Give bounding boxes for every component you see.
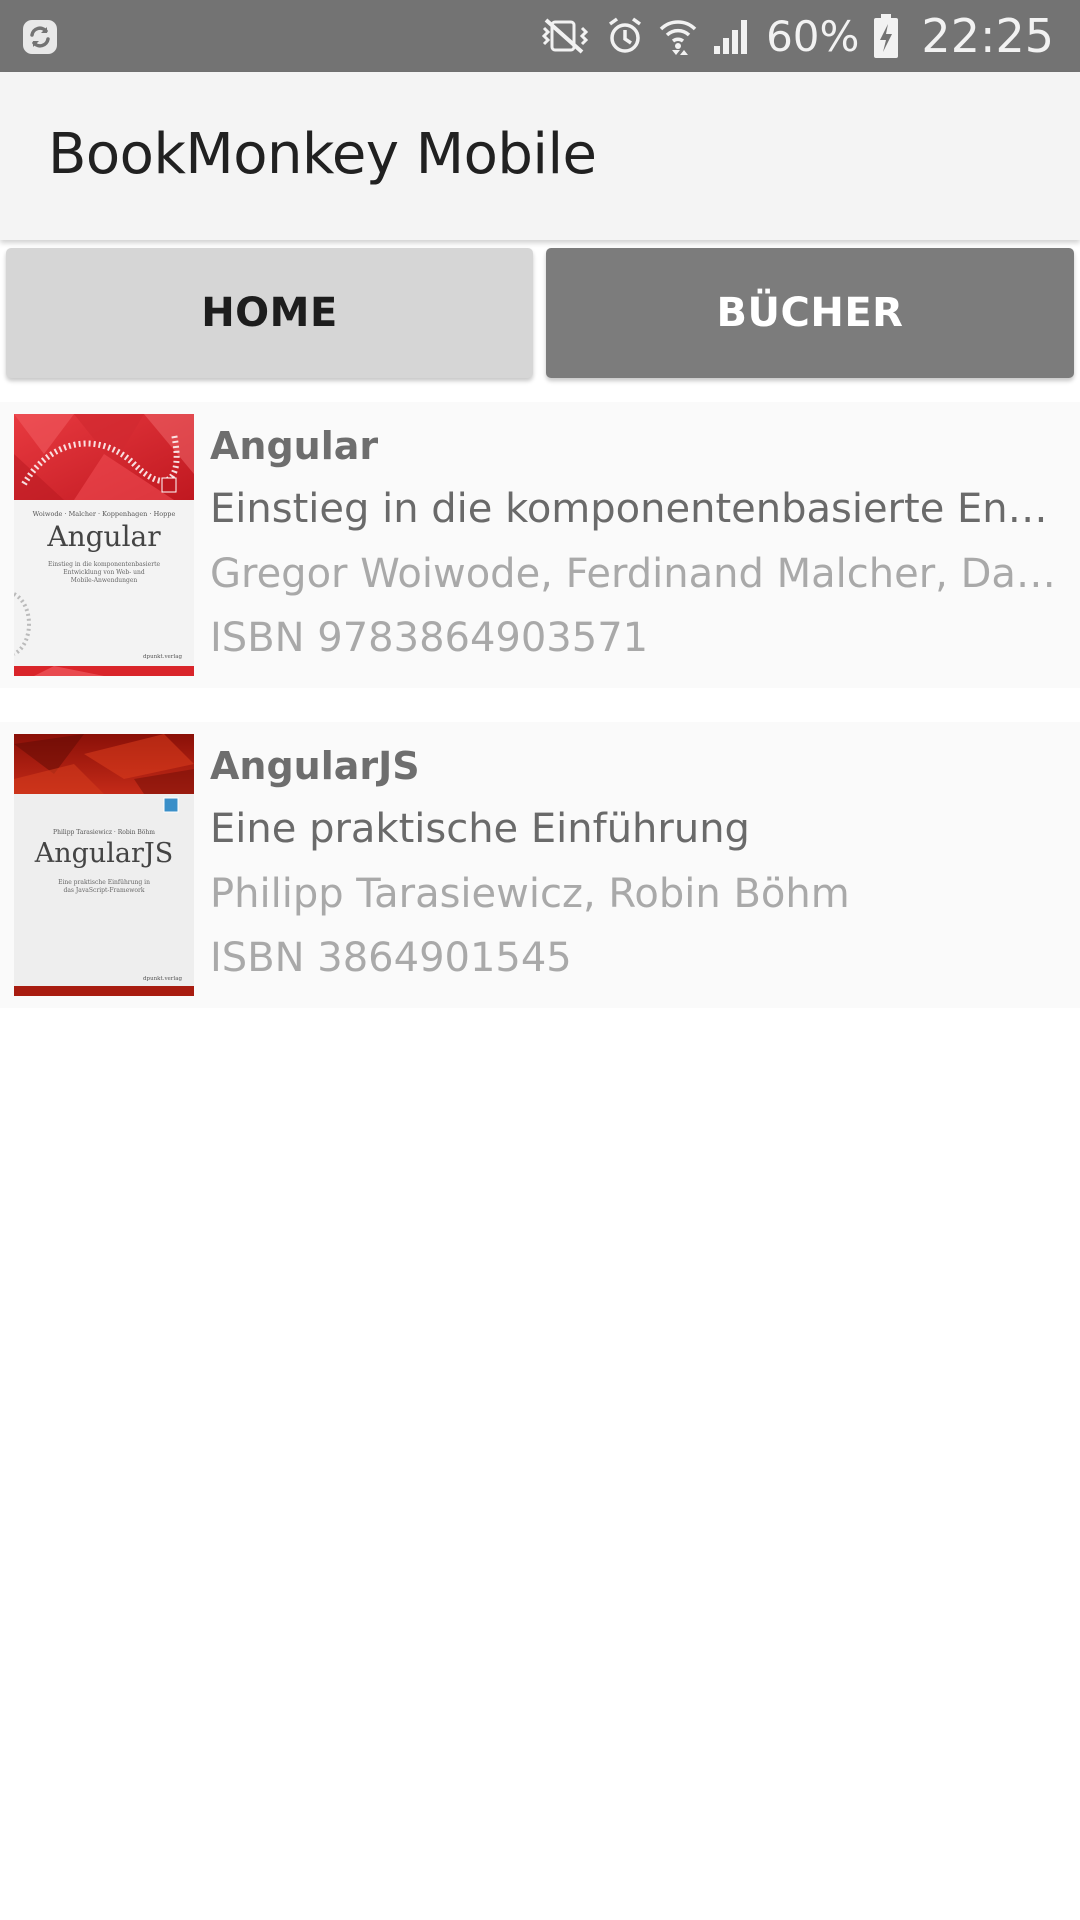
book-list-item[interactable]: Philipp Tarasiewicz · Robin Böhm Angular…: [0, 722, 1080, 1008]
battery-percent: 60%: [766, 11, 860, 61]
cover-title: AngularJS: [34, 838, 174, 869]
book-details: Angular Einstieg in die komponentenbasie…: [210, 416, 1062, 670]
mute-vibrate-icon: [536, 16, 592, 56]
sync-icon: [22, 19, 58, 55]
cover-subtitle-1: Einstieg in die komponentenbasierte: [48, 561, 161, 568]
battery-charging-icon: [873, 14, 899, 58]
cover-subtitle-2: Entwicklung von Web- und: [63, 569, 145, 576]
cover-publisher: dpunkt.verlag: [143, 654, 182, 660]
cover-subtitle-3: Mobile-Anwendungen: [71, 577, 138, 584]
cover-publisher: dpunkt.verlag: [143, 976, 182, 982]
book-cover-image: Philipp Tarasiewicz · Robin Böhm Angular…: [14, 734, 194, 996]
book-authors: Gregor Woiwode, Ferdinand Malcher, Danny…: [210, 551, 1062, 597]
book-title: AngularJS: [210, 744, 420, 788]
book-authors: Philipp Tarasiewicz, Robin Böhm: [210, 871, 850, 917]
signal-icon: [712, 16, 752, 56]
cover-title: Angular: [46, 520, 161, 553]
book-details: AngularJS Eine praktische Einführung Phi…: [210, 736, 1062, 990]
book-isbn: ISBN 3864901545: [210, 935, 572, 981]
book-list-item[interactable]: Woiwode · Malcher · Koppenhagen · Hoppe …: [0, 402, 1080, 688]
book-cover-image: Woiwode · Malcher · Koppenhagen · Hoppe …: [14, 414, 194, 676]
screen: 60% 22:25 BookMonkey Mobile HOME BÜCHER: [0, 0, 1080, 1920]
home-button[interactable]: HOME: [6, 248, 533, 378]
book-isbn: ISBN 9783864903571: [210, 615, 649, 661]
book-title: Angular: [210, 424, 379, 468]
book-subtitle: Einstieg in die komponentenbasierte Entw…: [210, 486, 1062, 532]
clock: 22:25: [921, 9, 1054, 63]
status-icons: 60% 22:25: [536, 0, 1054, 72]
cover-authors: Philipp Tarasiewicz · Robin Böhm: [53, 829, 155, 836]
app-bar: BookMonkey Mobile: [0, 72, 1080, 240]
app-title: BookMonkey Mobile: [48, 122, 597, 187]
cover-subtitle-1: Eine praktische Einführung in: [58, 879, 150, 886]
book-subtitle: Eine praktische Einführung: [210, 806, 750, 852]
books-button[interactable]: BÜCHER: [546, 248, 1074, 378]
cover-subtitle-2: das JavaScript-Framework: [64, 887, 145, 894]
wifi-icon: [658, 15, 698, 57]
status-bar: 60% 22:25: [0, 0, 1080, 72]
alarm-icon: [606, 16, 644, 56]
cover-authors: Woiwode · Malcher · Koppenhagen · Hoppe: [33, 510, 176, 518]
